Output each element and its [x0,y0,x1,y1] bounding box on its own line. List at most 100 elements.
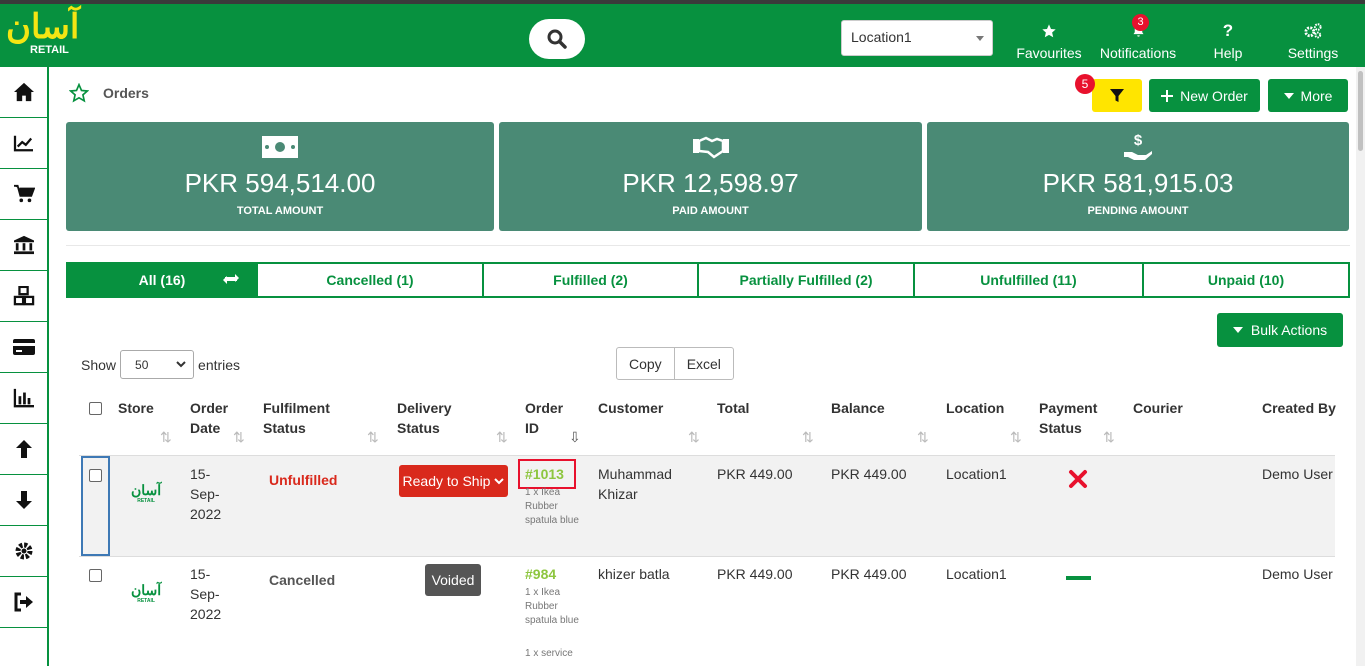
sort-icon[interactable]: ⇅ [802,429,814,446]
search-icon [547,29,567,49]
sidebar-item-finance[interactable] [0,220,47,271]
gear-icon [15,542,32,560]
row-checkbox[interactable] [89,569,102,582]
entries-select[interactable]: 50 [120,350,195,379]
delivery-status-dropdown[interactable]: Ready to Ship [399,465,508,497]
row-checkbox[interactable] [89,469,102,482]
order-id-link[interactable]: #984 [525,564,556,584]
tab-unpaid[interactable]: Unpaid (10) [1142,262,1350,298]
store-logo-arabic: آسان [131,483,162,499]
more-button[interactable]: More [1268,79,1348,112]
summary-amount: PKR 594,514.00 [184,168,376,198]
sort-icon[interactable]: ⇅ [917,429,929,446]
more-label: More [1300,87,1333,104]
star-outline-icon[interactable] [69,83,89,103]
column-header-payment-status[interactable]: Payment Status [1039,398,1104,438]
report-icon [13,388,34,408]
column-header-balance[interactable]: Balance [831,398,885,418]
logo-arabic: آسان [6,7,80,47]
copy-button[interactable]: Copy [617,348,674,379]
export-buttons: Copy Excel [616,347,734,380]
store-logo: آسان RETAIL [131,584,161,604]
nav-label: Favourites [1016,45,1082,61]
column-header-location[interactable]: Location [946,398,1004,418]
order-date: 15-Sep-2022 [190,566,222,622]
order-items: 1 x Ikea Rubber spatula blue [525,587,579,626]
main-content: Orders 5 New Order More PKR 594,514.00 T… [49,67,1355,666]
nav-notifications[interactable]: 3 Notifications [1097,14,1179,66]
column-header-order-id[interactable]: Order ID [525,398,565,438]
sidebar-item-analytics[interactable] [0,118,47,169]
app-logo[interactable]: آسان RETAIL [6,7,80,62]
order-total: PKR 449.00 [717,466,793,482]
customer-name: khizer batla [598,566,670,582]
order-status-tabs: All (16) Cancelled (1) Fulfilled (2) Par… [66,262,1350,298]
chevron-down-icon [976,36,984,41]
sort-icon[interactable]: ⇅ [1103,429,1115,446]
question-icon: ? [1222,21,1234,40]
filter-count-badge: 5 [1075,74,1095,94]
column-header-delivery-status[interactable]: Delivery Status [397,398,467,438]
column-header-customer[interactable]: Customer [598,398,663,418]
column-header-created-by[interactable]: Created By [1262,398,1336,418]
sidebar-item-sales[interactable] [0,169,47,220]
order-id-link[interactable]: #1013 [525,464,564,484]
order-location: Location1 [946,466,1007,482]
sort-icon[interactable]: ⇅ [160,429,172,446]
delivery-status-badge: Voided [425,564,481,596]
store-logo-arabic: آسان [131,583,162,599]
scrollbar-thumb[interactable] [1358,71,1363,151]
fulfilment-status: Unfulfilled [269,472,338,488]
column-header-store[interactable]: Store [118,398,154,418]
nav-help[interactable]: ? Help [1206,20,1250,66]
caret-down-icon [1283,92,1294,99]
nav-label: Notifications [1099,45,1177,61]
sidebar-item-home[interactable] [0,67,47,118]
select-all-checkbox[interactable] [89,402,102,415]
summary-card-total: PKR 594,514.00 TOTAL AMOUNT [66,122,494,231]
tab-label: Cancelled (1) [326,272,414,288]
column-header-total[interactable]: Total [717,398,749,418]
tab-fulfilled[interactable]: Fulfilled (2) [482,262,699,298]
sidebar-item-download[interactable] [0,475,47,526]
boxes-icon [13,286,34,306]
sort-icon[interactable]: ⇅ [1010,429,1022,446]
filter-button[interactable]: 5 [1075,74,1142,112]
location-select[interactable]: Location1 [841,20,993,56]
sort-icon[interactable]: ⇅ [496,429,508,446]
nav-favourites[interactable]: Favourites [1015,20,1083,66]
column-header-fulfilment-status[interactable]: Fulfilment Status [263,398,343,438]
tab-all[interactable]: All (16) [66,262,258,298]
row-divider [79,556,1335,557]
sidebar-item-inventory[interactable] [0,271,47,322]
order-balance: PKR 449.00 [831,466,907,482]
sidebar-item-payments[interactable] [0,322,47,373]
fulfilment-status: Cancelled [269,572,336,588]
search-button[interactable] [529,19,585,59]
sidebar-item-reports[interactable] [0,373,47,424]
sort-icon[interactable]: ⇅ [233,429,245,446]
page-scrollbar[interactable] [1356,67,1365,666]
money-bill-icon [262,136,298,158]
sidebar-item-logout[interactable] [0,577,47,628]
nav-settings[interactable]: Settings [1285,20,1341,66]
bulk-actions-button[interactable]: Bulk Actions [1217,313,1343,347]
nav-label: Help [1213,45,1243,61]
tab-cancelled[interactable]: Cancelled (1) [256,262,484,298]
store-logo: آسان RETAIL [131,484,161,504]
tab-partially-fulfilled[interactable]: Partially Fulfilled (2) [697,262,915,298]
sort-icon[interactable]: ⇅ [688,429,700,446]
sidebar-item-settings[interactable] [0,526,47,577]
tab-unfulfilled[interactable]: Unfulfilled (11) [913,262,1144,298]
sidebar-item-upload[interactable] [0,424,47,475]
sort-icon[interactable]: ⇅ [367,429,379,446]
tab-label: All (16) [138,272,186,288]
logout-icon [14,592,33,612]
new-order-button[interactable]: New Order [1149,79,1260,112]
order-items: 1 x Ikea Rubber spatula blue [525,487,579,526]
sort-desc-icon[interactable]: ⇩ [569,429,581,446]
page-title: Orders [103,85,149,101]
refresh-icon[interactable] [222,272,240,286]
excel-button[interactable]: Excel [673,348,733,379]
column-header-courier[interactable]: Courier [1133,398,1183,418]
